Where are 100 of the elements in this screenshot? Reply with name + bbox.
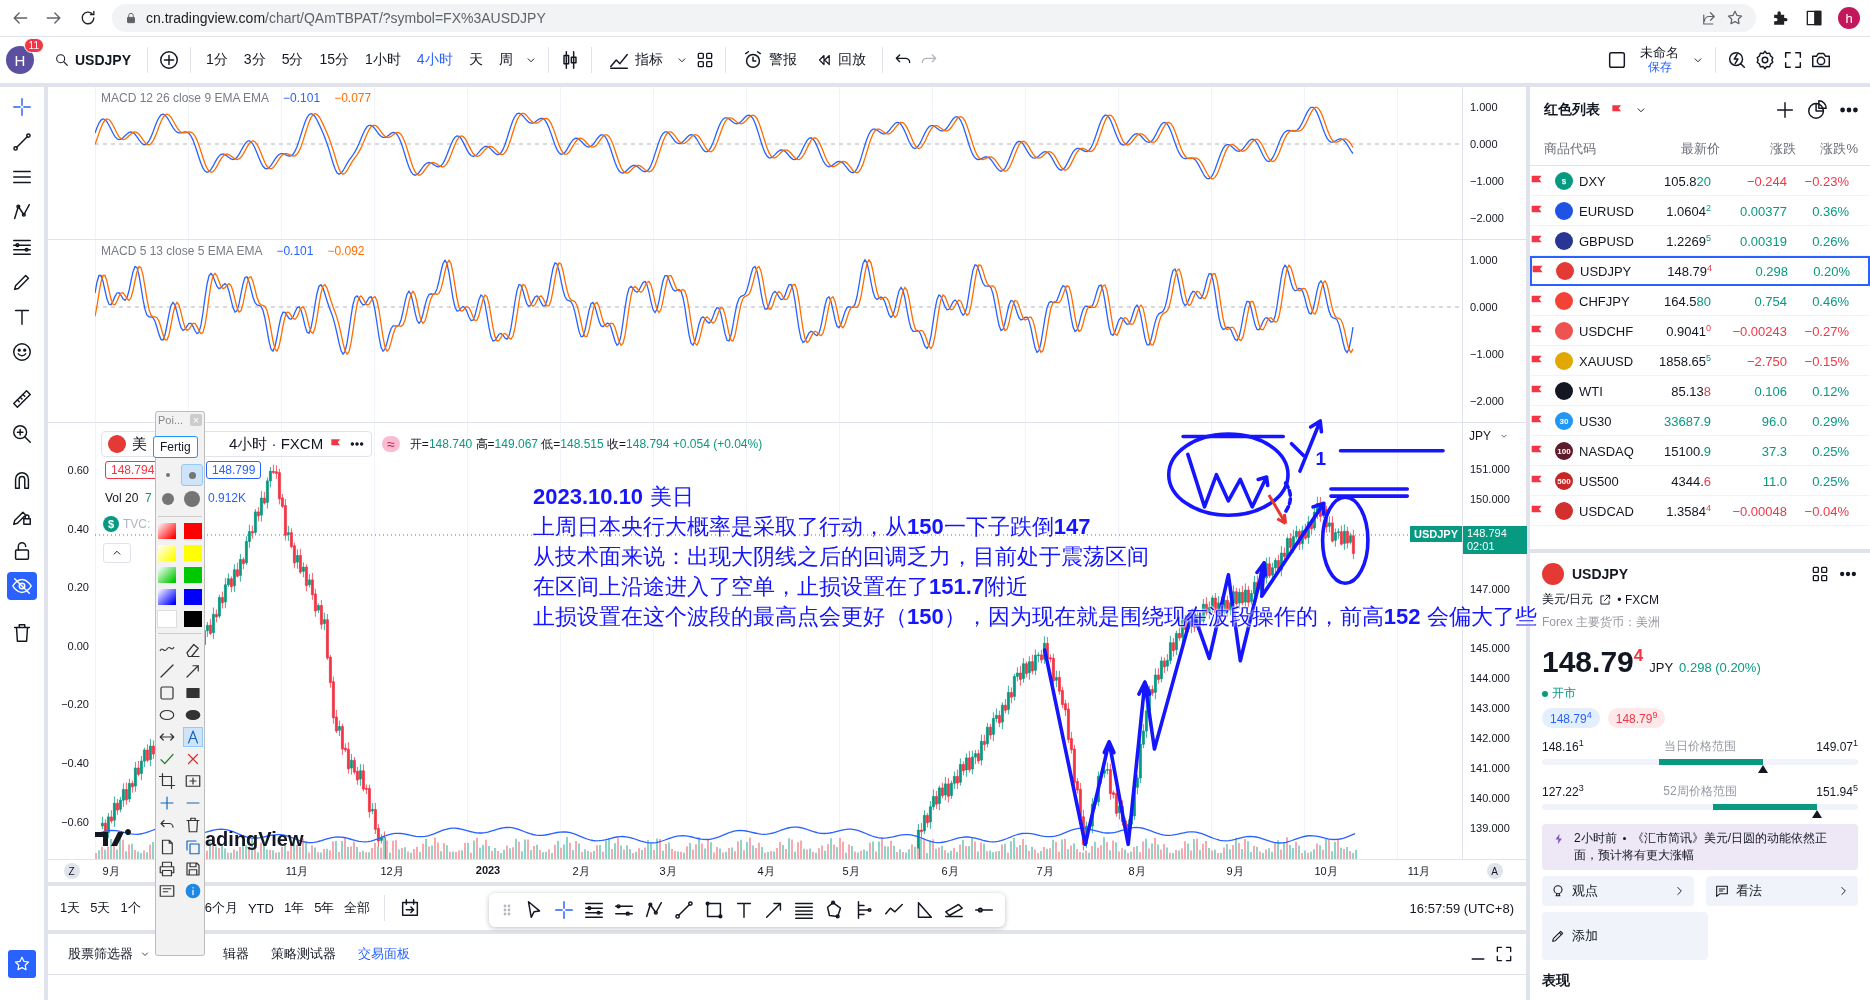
column-header[interactable]: 最新价: [1644, 140, 1720, 158]
alerts-button[interactable]: 警报: [735, 45, 803, 75]
color-swatch[interactable]: [184, 567, 202, 583]
color-swatch[interactable]: [158, 611, 176, 627]
done-button[interactable]: Fertig: [153, 436, 198, 458]
watchlist-row[interactable]: GBPUSD 1.2269$^{5}$ 0.00319 0.26%: [1530, 226, 1870, 256]
range-button[interactable]: 6个月: [204, 899, 238, 917]
ohlc-values: 开=148.740 高=149.067 低=148.515 收=148.794 +0.054 (+0.04%): [409, 435, 763, 453]
interval-tab[interactable]: 4小时: [411, 47, 458, 73]
color-swatch[interactable]: [184, 589, 202, 605]
layout-name-button[interactable]: 未命名 保存: [1634, 44, 1685, 76]
arrow-icon[interactable]: [184, 662, 202, 680]
crosshair-icon[interactable]: [553, 899, 575, 921]
watchlist-row[interactable]: WTI 85.138 0.106 0.12%: [1530, 376, 1870, 406]
trend-line-icon[interactable]: [11, 131, 33, 153]
watchlist-row[interactable]: $ DXY 105.820 −0.244 −0.23%: [1530, 166, 1870, 196]
pie-chart-icon[interactable]: [1806, 99, 1828, 121]
replay-button[interactable]: 回放: [808, 47, 872, 73]
panel-tab[interactable]: 交易面板: [350, 941, 418, 967]
column-header[interactable]: 涨跌: [1720, 140, 1796, 158]
color-swatch[interactable]: [158, 523, 176, 539]
layout-grid-icon[interactable]: [1810, 564, 1830, 584]
square-icon[interactable]: [1606, 49, 1628, 71]
range-button[interactable]: YTD: [247, 900, 274, 916]
watchlist-row[interactable]: XAUUSD 1858.65$^{5}$ −2.750 −0.15%: [1530, 346, 1870, 376]
scale-button[interactable]: Z: [63, 863, 80, 879]
watchlist-row[interactable]: 500 US500 4344.6 11.0 0.25%: [1530, 466, 1870, 496]
column-header[interactable]: 商品代码: [1544, 140, 1644, 158]
ruler-icon[interactable]: [11, 388, 33, 410]
watchlist-row[interactable]: USDCHF 0.9041$^{0}$ −0.00243 −0.27%: [1530, 316, 1870, 346]
trash-icon[interactable]: [11, 622, 33, 644]
currency-selector[interactable]: JPY: [1469, 429, 1509, 443]
interval-tab[interactable]: 天: [463, 47, 488, 73]
fullscreen-icon[interactable]: [1782, 49, 1804, 71]
color-swatch[interactable]: [158, 589, 176, 605]
time-label: 11月: [285, 864, 309, 879]
line-icon[interactable]: [673, 899, 695, 921]
add-symbol-icon[interactable]: [1774, 99, 1796, 121]
share-icon[interactable]: [1700, 9, 1718, 27]
picture-icon[interactable]: [158, 882, 176, 900]
interval-tab[interactable]: 周: [493, 47, 518, 73]
axis-label: 143.000: [1470, 702, 1510, 715]
interval-tab[interactable]: 1分: [201, 47, 233, 73]
range-button[interactable]: 5天: [90, 899, 111, 917]
watchlist-title[interactable]: 红色列表: [1544, 101, 1600, 119]
detail-button[interactable]: 看法: [1706, 876, 1858, 906]
watchlist-row[interactable]: USDCAD 1.3584$^{4}$ −0.00048 −0.04%: [1530, 496, 1870, 526]
quick-search-icon[interactable]: [1726, 49, 1748, 71]
save-icon[interactable]: [184, 860, 202, 878]
watchlist-row[interactable]: USDJPY 148.79$^{4}$ 0.298 0.20%: [1530, 256, 1870, 286]
symbol-name: USDCHF: [1579, 323, 1634, 339]
watchlist-star-button[interactable]: [8, 950, 36, 978]
settings-icon[interactable]: [1754, 49, 1776, 71]
watchlist-row[interactable]: 30 US30 33687.9 96.0 0.29%: [1530, 406, 1870, 436]
line-icon[interactable]: [158, 662, 176, 680]
panel-tab[interactable]: 辑器: [215, 941, 257, 967]
range-button[interactable]: 1天: [60, 899, 81, 917]
watchlist-row[interactable]: CHFJPY 164.580 0.754 0.46%: [1530, 286, 1870, 316]
panel-tab[interactable]: 股票筛选器: [60, 941, 159, 967]
external-link-icon[interactable]: [1598, 592, 1613, 607]
symbol-search[interactable]: USDJPY: [48, 48, 138, 72]
address-bar[interactable]: cn.tradingview.com/chart/QAmTBPAT/?symbol=FX%3AUSDJPY: [112, 4, 1756, 32]
add-symbol-icon[interactable]: [158, 49, 181, 71]
range-button[interactable]: 1年: [283, 899, 305, 917]
trash-icon[interactable]: [184, 816, 202, 834]
add-text-icon[interactable]: [184, 772, 202, 790]
color-swatch[interactable]: [158, 567, 176, 583]
column-header[interactable]: 涨跌%: [1796, 140, 1858, 158]
color-swatch[interactable]: [184, 523, 202, 539]
color-swatch[interactable]: [184, 611, 202, 627]
range-button[interactable]: 全部: [344, 899, 371, 917]
maximize-icon[interactable]: [1494, 944, 1514, 964]
profile-avatar[interactable]: h: [1838, 7, 1860, 29]
interval-tab[interactable]: 15分: [314, 47, 354, 73]
range-button[interactable]: 5年: [314, 899, 335, 917]
detail-button[interactable]: 观点: [1542, 876, 1694, 906]
news-card[interactable]: 2小时前 《汇市简讯》美元/日圆的动能依然正面，预计将有更大涨幅: [1542, 824, 1858, 870]
color-swatch[interactable]: [184, 545, 202, 561]
auto-scale-button[interactable]: A: [1486, 863, 1503, 879]
bookmark-star-icon[interactable]: [1726, 9, 1744, 27]
brush-size-option[interactable]: [181, 464, 203, 486]
range-button[interactable]: 1个: [120, 899, 141, 917]
zoom-in-icon[interactable]: [11, 423, 33, 445]
rectangle-icon[interactable]: [703, 899, 725, 921]
hide-drawings-icon[interactable]: [11, 575, 33, 597]
printer-icon[interactable]: [158, 860, 176, 878]
crosshair-icon[interactable]: [11, 96, 33, 118]
watchlist-row[interactable]: EURUSD 1.0604$^{2}$ 0.00377 0.36%: [1530, 196, 1870, 226]
indicators-button[interactable]: 指标: [601, 45, 669, 75]
crop-icon[interactable]: [158, 772, 176, 790]
panel-tab[interactable]: 策略测试器: [263, 941, 344, 967]
interval-tab[interactable]: 3分: [238, 47, 271, 73]
add-button[interactable]: 添加: [1542, 912, 1708, 960]
side-panel-icon[interactable]: [1804, 8, 1824, 28]
interval-tab[interactable]: 5分: [276, 47, 309, 73]
indicator-legend: MACD 12 26 close 9 EMA EMA: [101, 91, 270, 105]
smiley-icon[interactable]: [11, 341, 33, 363]
interval-tab[interactable]: 1小时: [360, 47, 406, 73]
color-swatch[interactable]: [158, 545, 176, 561]
watchlist-row[interactable]: 100 NASDAQ 15100.9 37.3 0.25%: [1530, 436, 1870, 466]
